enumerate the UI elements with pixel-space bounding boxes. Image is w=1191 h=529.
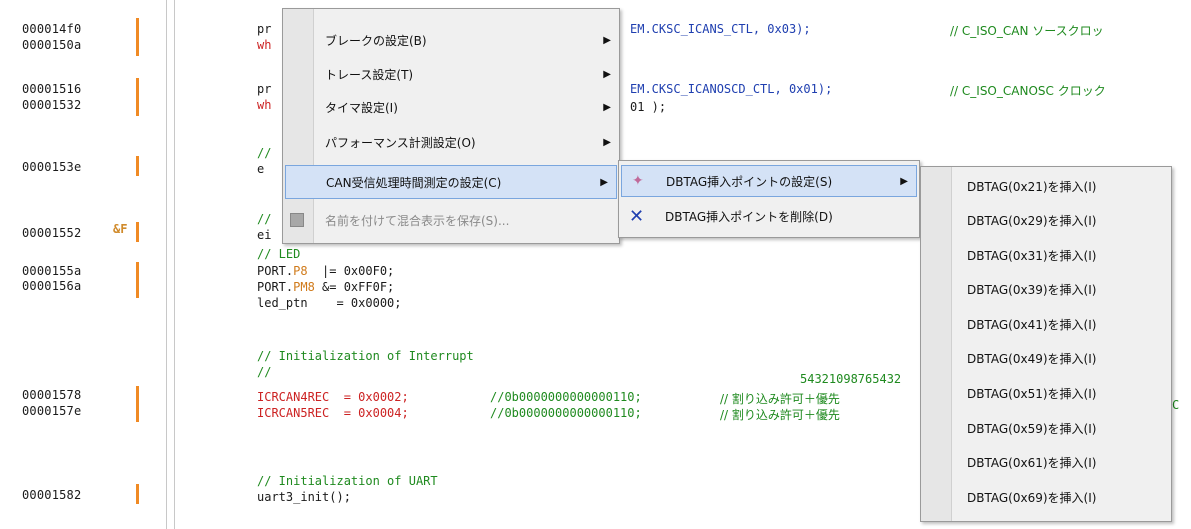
code-comment: 54321098765432 — [800, 372, 902, 386]
menu-item-dbtag[interactable]: DBTAG(0x21)を挿入(I) — [921, 171, 1171, 201]
breakpoint-icon[interactable]: &F — [113, 222, 127, 236]
context-menu: ブレークの設定(B) ▶ トレース設定(T) ▶ タイマ設定(I) ▶ パフォー… — [282, 8, 620, 244]
menu-item-dbtag[interactable]: DBTAG(0x59)を挿入(I) — [921, 413, 1171, 443]
code-comment: //0b0000000000000110; — [490, 406, 642, 420]
coverage-marker — [136, 156, 139, 176]
submenu-can-timing: ✦ DBTAG挿入ポイントの設定(S) ▶ ✕ DBTAG挿入ポイントを削除(D… — [618, 160, 920, 238]
submenu-dbtag-insert: DBTAG(0x21)を挿入(I) DBTAG(0x29)を挿入(I) DBTA… — [920, 166, 1172, 522]
coverage-marker — [136, 18, 139, 56]
code-token: wh — [257, 98, 272, 112]
address: 00001552 — [22, 226, 82, 240]
address: 00001532 — [22, 98, 82, 112]
menu-item-dbtag[interactable]: DBTAG(0x41)を挿入(I) — [921, 309, 1171, 339]
delete-x-icon: ✕ — [629, 205, 645, 227]
menu-item-can-receive-timing[interactable]: CAN受信処理時間測定の設定(C) ▶ — [285, 165, 617, 199]
code-comment: // Initialization of UART — [257, 474, 438, 488]
address: 000014f0 — [22, 22, 82, 36]
code-comment: // C_ISO_CANOSC クロック — [950, 84, 1106, 98]
submenu-arrow-icon: ▶ — [603, 68, 611, 80]
coverage-marker — [136, 484, 139, 504]
code-comment: // — [257, 365, 272, 379]
menu-item-dbtag[interactable]: DBTAG(0x29)を挿入(I) — [921, 205, 1171, 235]
address: 0000156a — [22, 279, 82, 293]
gutter-divider — [166, 0, 167, 529]
coverage-marker — [136, 78, 139, 116]
code-comment: // — [257, 212, 272, 226]
code-line: ICRCAN5REC = 0x0004; — [257, 406, 409, 420]
menu-item-timer-settings[interactable]: タイマ設定(I) ▶ — [283, 92, 619, 122]
save-icon — [290, 213, 304, 227]
address: 0000155a — [22, 264, 82, 278]
submenu-arrow-icon: ▶ — [600, 176, 608, 188]
coverage-marker — [136, 262, 139, 298]
code-token: pr — [257, 22, 272, 36]
submenu-arrow-icon: ▶ — [603, 136, 611, 148]
address: 00001516 — [22, 82, 82, 96]
code-comment: // Initialization of Interrupt — [257, 349, 474, 363]
gutter-divider — [174, 0, 175, 529]
code-token: wh — [257, 38, 272, 52]
menu-item-break-settings[interactable]: ブレークの設定(B) ▶ — [283, 25, 619, 55]
menu-item-trace-settings[interactable]: トレース設定(T) ▶ — [283, 59, 619, 89]
code-comment: // — [257, 146, 272, 160]
menu-item-set-dbtag-points[interactable]: ✦ DBTAG挿入ポイントの設定(S) ▶ — [621, 165, 917, 197]
code-comment: // C_ISO_CAN ソースクロッ — [950, 24, 1104, 38]
address: 0000150a — [22, 38, 82, 52]
menu-item-dbtag[interactable]: DBTAG(0x39)を挿入(I) — [921, 274, 1171, 304]
menu-item-dbtag[interactable]: DBTAG(0x69)を挿入(I) — [921, 482, 1171, 512]
menu-item-dbtag[interactable]: DBTAG(0x61)を挿入(I) — [921, 447, 1171, 477]
submenu-arrow-icon: ▶ — [900, 175, 908, 187]
address: 00001582 — [22, 488, 82, 502]
address: 00001578 — [22, 388, 82, 402]
menu-item-dbtag[interactable]: DBTAG(0x31)を挿入(I) — [921, 240, 1171, 270]
wand-icon: ✦ — [632, 173, 644, 189]
code-line: ICRCAN4REC = 0x0002; — [257, 390, 409, 404]
code-token: EM.CKSC_ICANS_CTL, 0x03); — [630, 22, 811, 36]
submenu-arrow-icon: ▶ — [603, 34, 611, 46]
code-token: 01 ); — [630, 100, 667, 114]
code-comment: // 割り込み許可＋優先 — [720, 392, 840, 406]
code-line: PORT.P8 |= 0x00F0; — [257, 264, 395, 278]
code-comment: // 割り込み許可＋優先 — [720, 408, 840, 422]
code-line: PORT.PM8 &= 0xFF0F; — [257, 280, 395, 294]
coverage-marker — [136, 386, 139, 422]
menu-item-dbtag[interactable]: DBTAG(0x49)を挿入(I) — [921, 343, 1171, 373]
code-comment: //0b0000000000000110; — [490, 390, 642, 404]
code-comment: // LED — [257, 247, 301, 261]
code-token: EM.CKSC_ICANOSCD_CTL, 0x01); — [630, 82, 833, 96]
code-comment: C — [1172, 398, 1180, 412]
code-token: ei — [257, 228, 272, 242]
address: 0000157e — [22, 404, 82, 418]
menu-item-delete-dbtag-points[interactable]: ✕ DBTAG挿入ポイントを削除(D) — [619, 201, 919, 231]
code-line: led_ptn = 0x0000; — [257, 296, 402, 310]
menu-item-dbtag[interactable]: DBTAG(0x51)を挿入(I) — [921, 378, 1171, 408]
coverage-marker — [136, 222, 139, 242]
address: 0000153e — [22, 160, 82, 174]
code-line: uart3_init(); — [257, 490, 351, 504]
address-column: 000014f0 0000150a 00001516 00001532 0000… — [0, 0, 120, 529]
code-token: e — [257, 162, 265, 176]
submenu-arrow-icon: ▶ — [603, 101, 611, 113]
menu-item-save-mixed-display[interactable]: 名前を付けて混合表示を保存(S)... — [283, 205, 619, 235]
menu-item-performance-settings[interactable]: パフォーマンス計測設定(O) ▶ — [283, 127, 619, 157]
code-token: pr — [257, 82, 272, 96]
